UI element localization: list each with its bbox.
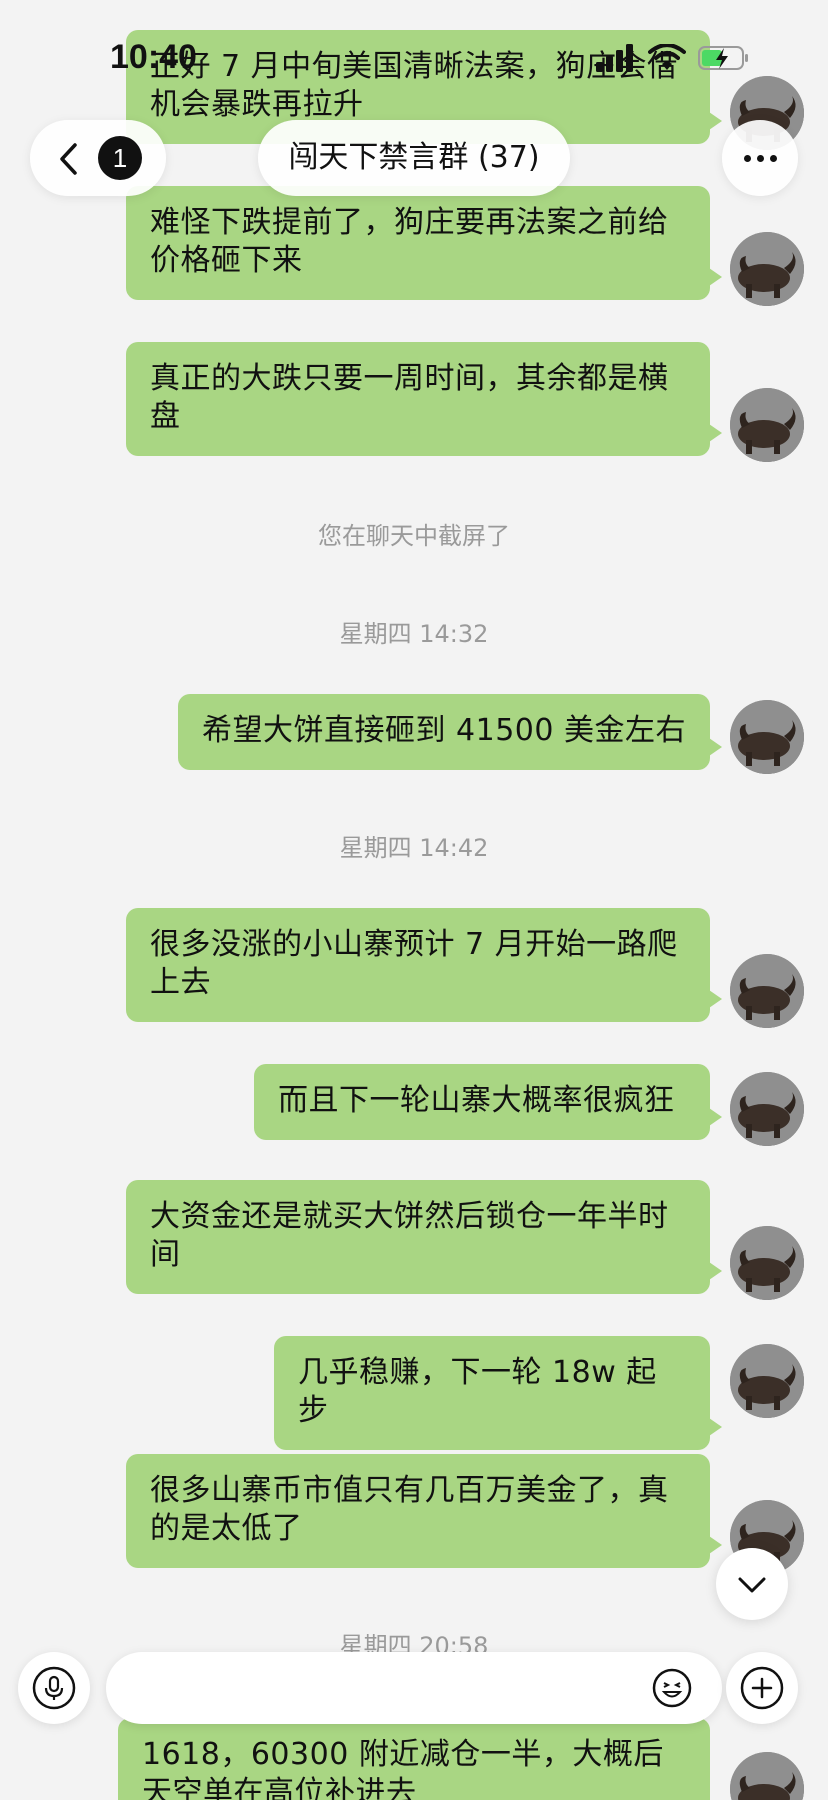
timestamp: 星期四 14:32: [339, 620, 489, 648]
avatar[interactable]: [730, 700, 804, 774]
status-time: 10:40: [110, 38, 197, 76]
signal-icon: [596, 44, 636, 76]
message-input[interactable]: [106, 1652, 722, 1724]
back-button[interactable]: 1: [30, 120, 166, 196]
avatar[interactable]: [730, 1344, 804, 1418]
avatar[interactable]: [730, 1072, 804, 1146]
avatar[interactable]: [730, 388, 804, 462]
message-bubble[interactable]: 几乎稳赚，下一轮 18w 起步: [274, 1336, 722, 1450]
system-notice: 您在聊天中截屏了: [318, 522, 510, 550]
message-bubble[interactable]: 很多没涨的小山寨预计 7 月开始一路爬上去: [126, 908, 722, 1022]
message-bubble[interactable]: 1618，60300 附近减仓一半，大概后天空单在高位补进去: [118, 1718, 710, 1800]
voice-button[interactable]: [18, 1652, 90, 1724]
message-bubble[interactable]: 很多山寨币市值只有几百万美金了，真的是太低了: [126, 1454, 722, 1568]
message-bubble[interactable]: 难怪下跌提前了，狗庄要再法案之前给价格砸下来: [126, 186, 722, 300]
timestamp: 星期四 14:42: [339, 834, 489, 862]
chevron-left-icon: [60, 143, 77, 175]
chevron-down-icon: [738, 1577, 766, 1593]
unread-badge: 1: [98, 136, 142, 180]
plus-button[interactable]: [726, 1652, 798, 1724]
smiley-icon[interactable]: [652, 1668, 692, 1708]
status-icons: [596, 43, 750, 76]
message-bubble[interactable]: 希望大饼直接砸到 41500 美金左右: [178, 694, 722, 770]
message-bubble[interactable]: 真正的大跌只要一周时间，其余都是横盘: [126, 342, 722, 456]
message-bubble[interactable]: 而且下一轮山寨大概率很疯狂: [254, 1064, 722, 1140]
more-button[interactable]: [722, 120, 798, 196]
microphone-icon: [32, 1666, 76, 1710]
avatar[interactable]: [730, 232, 804, 306]
message-bubble[interactable]: 大资金还是就买大饼然后锁仓一年半时间: [126, 1180, 722, 1294]
chat-title[interactable]: 闯天下禁言群 (37): [258, 120, 570, 196]
avatar[interactable]: [730, 1226, 804, 1300]
scroll-to-bottom-button[interactable]: [716, 1548, 788, 1620]
wifi-icon: [648, 43, 686, 76]
plus-icon: [740, 1666, 784, 1710]
avatar[interactable]: [730, 1752, 804, 1800]
avatar[interactable]: [730, 954, 804, 1028]
battery-icon: [698, 44, 750, 76]
chat-screen: 正好 7 月中旬美国清晰法案，狗庄会借机会暴跌再拉升 难怪下跌提前了，狗庄要再法…: [0, 0, 828, 1800]
